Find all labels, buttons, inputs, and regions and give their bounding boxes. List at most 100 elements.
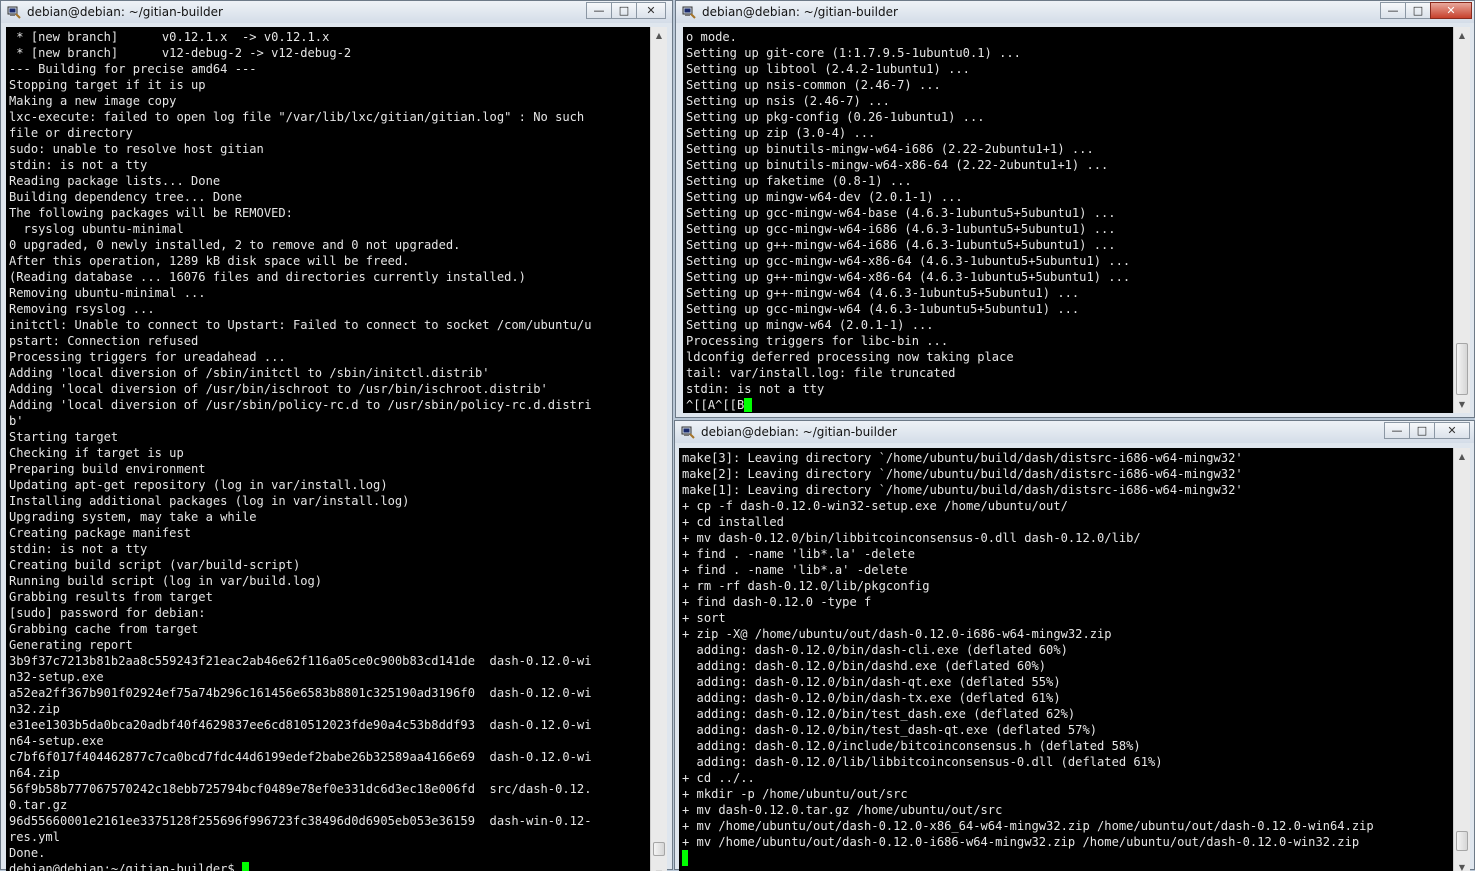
terminal-line: + find . -name 'lib*.a' -delete <box>682 563 908 577</box>
terminal-lines: * [new branch] v0.12.1.x -> v0.12.1.x * … <box>6 27 667 861</box>
terminal-line: res.yml <box>9 830 60 844</box>
scrollbar[interactable]: ▲ ▼ <box>1453 27 1470 413</box>
minimize-icon: — <box>1391 424 1403 437</box>
terminal-line: Setting up gcc-mingw-w64 (4.6.3-1ubuntu5… <box>686 302 1080 316</box>
terminal-line: make[2]: Leaving directory `/home/ubuntu… <box>682 467 1243 481</box>
terminal-line: + cp -f dash-0.12.0-win32-setup.exe /hom… <box>682 499 1068 513</box>
maximize-button[interactable]: □ <box>1405 2 1431 19</box>
close-icon: ✕ <box>1447 424 1457 437</box>
scroll-up-arrow-icon[interactable]: ▲ <box>651 28 667 43</box>
close-button[interactable]: ✕ <box>636 2 666 19</box>
scroll-up-arrow-icon[interactable]: ▲ <box>1454 449 1470 464</box>
terminal-line: Setting up pkg-config (0.26-1ubuntu1) ..… <box>686 110 985 124</box>
maximize-icon: □ <box>1412 4 1424 17</box>
terminal-output[interactable]: o mode. Setting up git-core (1:1.7.9.5-1u… <box>683 27 1470 413</box>
terminal-line: Making a new image copy <box>9 94 177 108</box>
terminal-line: pstart: Connection refused <box>9 334 199 348</box>
terminal-line: a52ea2ff367b901f02924ef75a74b296c161456e… <box>9 686 592 700</box>
terminal-line: Setting up mingw-w64-dev (2.0.1-1) ... <box>686 190 963 204</box>
terminal-line: The following packages will be REMOVED: <box>9 206 293 220</box>
terminal-line: adding: dash-0.12.0/bin/dashd.exe (defla… <box>682 659 1047 673</box>
terminal-line: Adding 'local diversion of /usr/bin/isch… <box>9 382 548 396</box>
scrollbar-thumb[interactable] <box>1456 831 1468 851</box>
putty-icon <box>7 5 21 19</box>
terminal-line: + rm -rf dash-0.12.0/lib/pkgconfig <box>682 579 930 593</box>
terminal-output[interactable]: make[3]: Leaving directory `/home/ubuntu… <box>679 448 1470 871</box>
terminal-line: stdin: is not a tty <box>9 542 148 556</box>
terminal-output[interactable]: * [new branch] v0.12.1.x -> v0.12.1.x * … <box>6 27 667 871</box>
terminal-line: After this operation, 1289 kB disk space… <box>9 254 410 268</box>
maximize-button[interactable]: □ <box>1409 422 1435 439</box>
close-icon: ✕ <box>646 4 656 17</box>
terminal-line: c7bf6f017f404462877c7ca0bcd7fdc44d6199ed… <box>9 750 592 764</box>
terminal-line: Done. <box>9 846 46 860</box>
terminal-line: [sudo] password for debian: <box>9 606 206 620</box>
title-bar[interactable]: debian@debian: ~/gitian-builder — □ ✕ <box>676 1 1474 23</box>
terminal-line: Setting up gcc-mingw-w64-x86-64 (4.6.3-1… <box>686 254 1131 268</box>
close-button[interactable]: ✕ <box>1430 2 1472 19</box>
terminal-line: Creating package manifest <box>9 526 192 540</box>
scroll-down-arrow-icon[interactable]: ▼ <box>651 866 667 871</box>
scrollbar-thumb[interactable] <box>653 842 665 856</box>
terminal-line: stdin: is not a tty <box>9 158 148 172</box>
scrollbar[interactable]: ▲ ▼ <box>650 27 667 871</box>
terminal-line: tail: var/install.log: file truncated <box>686 366 956 380</box>
scroll-down-arrow-icon[interactable]: ▼ <box>1454 860 1470 871</box>
title-bar[interactable]: debian@debian: ~/gitian-builder — □ ✕ <box>1 1 672 23</box>
putty-icon <box>682 5 696 19</box>
scrollbar[interactable]: ▲ ▼ <box>1453 448 1470 871</box>
minimize-button[interactable]: — <box>1384 422 1410 439</box>
terminal-line: 0 upgraded, 0 newly installed, 2 to remo… <box>9 238 461 252</box>
terminal-line: Setting up nsis-common (2.46-7) ... <box>686 78 941 92</box>
terminal-line: + sort <box>682 611 726 625</box>
terminal-line: adding: dash-0.12.0/bin/test_dash.exe (d… <box>682 707 1076 721</box>
terminal-line: Setting up gcc-mingw-w64-base (4.6.3-1ub… <box>686 206 1116 220</box>
title-bar[interactable]: debian@debian: ~/gitian-builder — □ ✕ <box>675 421 1474 443</box>
terminal-line: Adding 'local diversion of /sbin/initctl… <box>9 366 490 380</box>
terminal-line: Setting up zip (3.0-4) ... <box>686 126 876 140</box>
window-title: debian@debian: ~/gitian-builder <box>701 425 897 439</box>
terminal-line: Setting up g++-mingw-w64-x86-64 (4.6.3-1… <box>686 270 1131 284</box>
minimize-button[interactable]: — <box>1380 2 1406 19</box>
minimize-button[interactable]: — <box>586 2 612 19</box>
terminal-line: + mv /home/ubuntu/out/dash-0.12.0-i686-w… <box>682 835 1360 849</box>
terminal-line: + zip -X@ /home/ubuntu/out/dash-0.12.0-i… <box>682 627 1112 641</box>
terminal-line: (Reading database ... 16076 files and di… <box>9 270 526 284</box>
terminal-line: 56f9b58b777067570242c18ebb725794bcf0489e… <box>9 782 592 796</box>
terminal-lines: make[3]: Leaving directory `/home/ubuntu… <box>679 448 1470 850</box>
terminal-window-top-right[interactable]: debian@debian: ~/gitian-builder — □ ✕ o … <box>675 0 1475 418</box>
terminal-line: Installing additional packages (log in v… <box>9 494 410 508</box>
close-icon: ✕ <box>1446 4 1456 17</box>
terminal-line: Setting up g++-mingw-w64 (4.6.3-1ubuntu5… <box>686 286 1080 300</box>
terminal-window-left[interactable]: debian@debian: ~/gitian-builder — □ ✕ * … <box>0 0 673 871</box>
terminal-line: o mode. <box>686 30 737 44</box>
terminal-line: + cd ../.. <box>682 771 755 785</box>
terminal-line: Starting target <box>9 430 119 444</box>
terminal-line: Setting up nsis (2.46-7) ... <box>686 94 890 108</box>
scrollbar-thumb[interactable] <box>1456 343 1468 395</box>
maximize-icon: □ <box>1416 424 1428 437</box>
terminal-prompt-line: ^[[A^[[B <box>683 397 1470 413</box>
terminal-line: --- Building for precise amd64 --- <box>9 62 257 76</box>
close-button[interactable]: ✕ <box>1434 422 1470 439</box>
terminal-line: Processing triggers for ureadahead ... <box>9 350 286 364</box>
terminal-line: Setting up faketime (0.8-1) ... <box>686 174 912 188</box>
terminal-window-bottom-right[interactable]: debian@debian: ~/gitian-builder — □ ✕ ma… <box>674 420 1475 871</box>
maximize-button[interactable]: □ <box>611 2 637 19</box>
minimize-icon: — <box>1387 4 1399 17</box>
terminal-line: + mv dash-0.12.0/bin/libbitcoinconsensus… <box>682 531 1141 545</box>
terminal-cursor: ​ <box>682 850 688 866</box>
terminal-line: sudo: unable to resolve host gitian <box>9 142 264 156</box>
terminal-line: Setting up binutils-mingw-w64-i686 (2.22… <box>686 142 1094 156</box>
terminal-line: lxc-execute: failed to open log file "/v… <box>9 110 585 124</box>
terminal-line: adding: dash-0.12.0/include/bitcoinconse… <box>682 739 1141 753</box>
scroll-down-arrow-icon[interactable]: ▼ <box>1454 397 1470 412</box>
terminal-line: adding: dash-0.12.0/lib/libbitcoinconsen… <box>682 755 1163 769</box>
terminal-line: Reading package lists... Done <box>9 174 221 188</box>
terminal-line: Grabbing cache from target <box>9 622 199 636</box>
scroll-up-arrow-icon[interactable]: ▲ <box>1454 28 1470 43</box>
terminal-line: Grabbing results from target <box>9 590 213 604</box>
terminal-line: n32-setup.exe <box>9 670 104 684</box>
terminal-line: n64.zip <box>9 766 60 780</box>
terminal-line: stdin: is not a tty <box>686 382 825 396</box>
